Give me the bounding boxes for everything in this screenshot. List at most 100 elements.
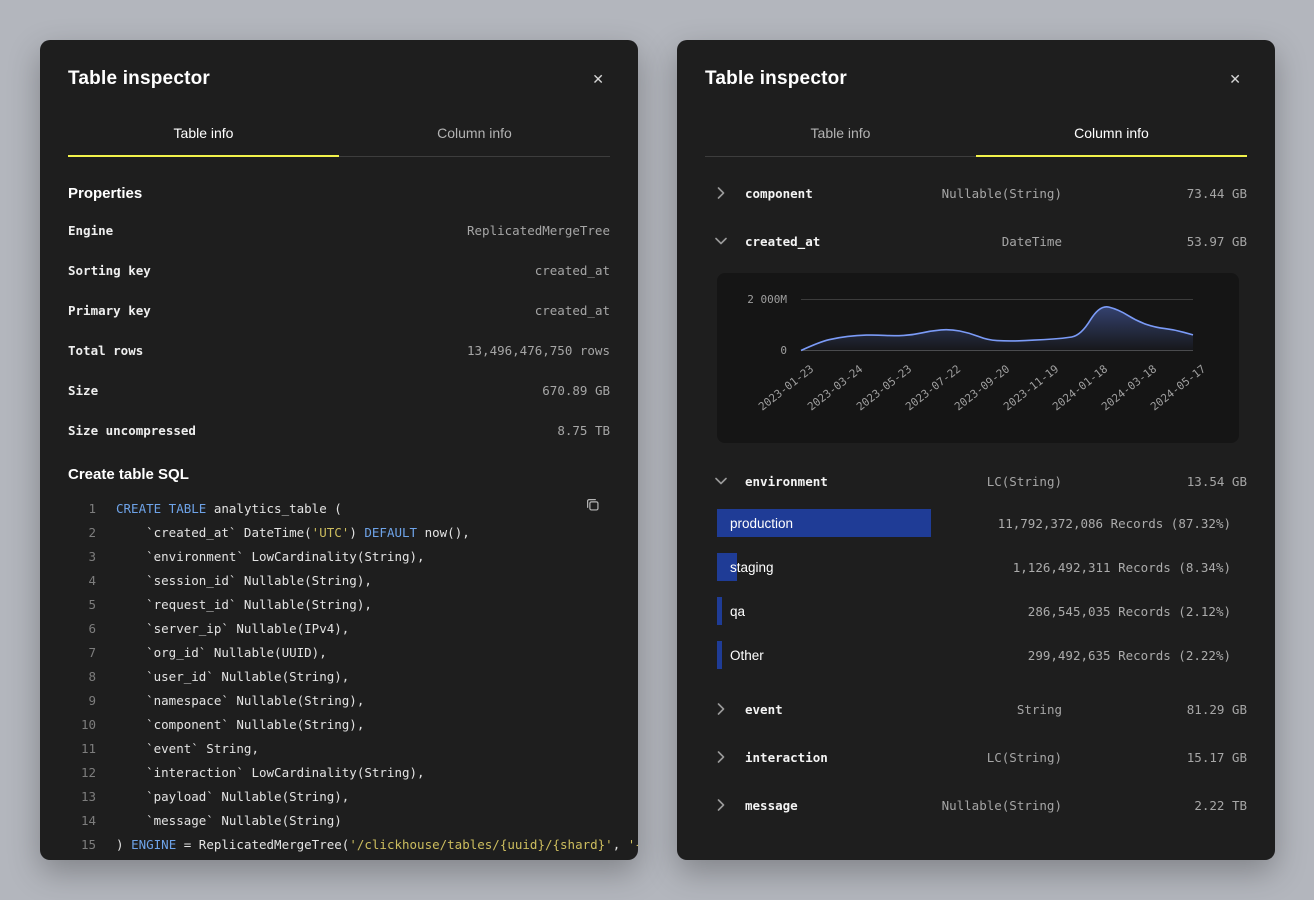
- value-records: 11,792,372,086 Records (87.32%): [998, 516, 1239, 531]
- value-records: 299,492,635 Records (2.22%): [1028, 648, 1239, 663]
- sql-token: `org_id` Nullable(UUID),: [116, 641, 327, 665]
- property-value: 670.89 GB: [542, 383, 610, 398]
- sql-line-8: 8 `user_id` Nullable(String),: [68, 665, 610, 689]
- sql-token: now(),: [417, 521, 470, 545]
- sql-line-12: 12 `interaction` LowCardinality(String),: [68, 761, 610, 785]
- property-label: Size uncompressed: [68, 423, 196, 438]
- property-row-size: Size670.89 GB: [68, 370, 610, 410]
- property-row-sorting-key: Sorting keycreated_at: [68, 250, 610, 290]
- chevron-right-icon[interactable]: [717, 751, 745, 763]
- column-size: 2.22 TB: [1062, 798, 1247, 813]
- sql-token: `interaction` LowCardinality(String),: [116, 761, 425, 785]
- sql-line-14: 14 `message` Nullable(String): [68, 809, 610, 833]
- tab-table-info[interactable]: Table info: [705, 110, 976, 156]
- line-number: 13: [68, 785, 96, 809]
- sql-token: DEFAULT: [364, 521, 417, 545]
- table-inspector-dialog-column-info: Table inspector ✕ Table info Column info…: [677, 40, 1275, 860]
- column-row-environment[interactable]: environment LC(String) 13.54 GB: [705, 457, 1247, 505]
- panel-header: Table inspector ✕: [40, 40, 638, 110]
- chevron-right-icon[interactable]: [717, 799, 745, 811]
- x-axis-label: 2024-05-17: [1148, 362, 1208, 413]
- column-type: Nullable(String): [942, 186, 1062, 201]
- property-row-size-uncompressed: Size uncompressed8.75 TB: [68, 410, 610, 450]
- sql-line-10: 10 `component` Nullable(String),: [68, 713, 610, 737]
- sql-token: ,: [613, 833, 628, 857]
- sql-line-5: 5 `request_id` Nullable(String),: [68, 593, 610, 617]
- sql-token: `server_ip` Nullable(IPv4),: [116, 617, 349, 641]
- close-icon[interactable]: ✕: [586, 68, 610, 90]
- x-axis-label: 2023-03-24: [805, 362, 865, 413]
- property-label: Total rows: [68, 343, 143, 358]
- sql-token: `payload` Nullable(String),: [116, 785, 349, 809]
- property-row-engine: Engine ReplicatedMergeTree: [68, 210, 610, 250]
- column-row-interaction[interactable]: interaction LC(String) 15.17 GB: [705, 733, 1247, 781]
- sql-code-lines: 1CREATE TABLE analytics_table (2 `create…: [68, 497, 610, 857]
- line-number: 3: [68, 545, 96, 569]
- sql-line-6: 6 `server_ip` Nullable(IPv4),: [68, 617, 610, 641]
- sql-token: ENGINE: [131, 833, 176, 857]
- line-number: 10: [68, 713, 96, 737]
- column-name: created_at: [745, 234, 820, 249]
- column-type: String: [1017, 702, 1062, 717]
- column-row-event[interactable]: event String 81.29 GB: [705, 685, 1247, 733]
- sql-code-block: 1CREATE TABLE analytics_table (2 `create…: [68, 497, 610, 857]
- sql-token: `request_id` Nullable(String),: [116, 593, 372, 617]
- chevron-down-icon[interactable]: [717, 475, 745, 487]
- column-size: 15.17 GB: [1062, 750, 1247, 765]
- sql-token: `namespace` Nullable(String),: [116, 689, 364, 713]
- value-label: qa: [717, 604, 745, 619]
- close-icon[interactable]: ✕: [1223, 68, 1247, 90]
- x-axis-label: 2023-07-22: [903, 362, 963, 413]
- column-name: component: [745, 186, 813, 201]
- tab-bar: Table info Column info: [705, 110, 1247, 157]
- x-axis-label: 2023-05-23: [854, 362, 914, 413]
- line-number: 11: [68, 737, 96, 761]
- column-size: 73.44 GB: [1062, 186, 1247, 201]
- table-inspector-dialog-table-info: Table inspector ✕ Table info Column info…: [40, 40, 638, 860]
- sql-line-2: 2 `created_at` DateTime('UTC') DEFAULT n…: [68, 521, 610, 545]
- chevron-right-icon[interactable]: [717, 187, 745, 199]
- panel-body: component Nullable(String) 73.44 GB crea…: [677, 157, 1275, 829]
- sql-token: `user_id` Nullable(String),: [116, 665, 349, 689]
- property-value: ReplicatedMergeTree: [467, 223, 610, 238]
- chevron-right-icon[interactable]: [717, 703, 745, 715]
- tab-table-info[interactable]: Table info: [68, 110, 339, 156]
- sql-token: '/clickhouse/tables/{uuid}/{shard}': [349, 833, 612, 857]
- chevron-down-icon[interactable]: [717, 235, 745, 247]
- copy-icon: [585, 497, 600, 512]
- tab-bar: Table info Column info: [68, 110, 610, 157]
- property-label: Sorting key: [68, 263, 151, 278]
- column-name: environment: [745, 474, 828, 489]
- sql-token: ): [116, 833, 131, 857]
- sql-token: `created_at` DateTime(: [116, 521, 312, 545]
- sql-token: '{replica}': [628, 833, 638, 857]
- line-number: 4: [68, 569, 96, 593]
- sql-token: = ReplicatedMergeTree(: [176, 833, 349, 857]
- property-value: 13,496,476,750 rows: [467, 343, 610, 358]
- x-axis-label: 2024-03-18: [1099, 362, 1159, 413]
- column-row-created-at[interactable]: created_at DateTime 53.97 GB: [705, 217, 1247, 265]
- value-records: 286,545,035 Records (2.12%): [1028, 604, 1239, 619]
- column-row-component[interactable]: component Nullable(String) 73.44 GB: [705, 169, 1247, 217]
- sql-line-4: 4 `session_id` Nullable(String),: [68, 569, 610, 593]
- property-label: Engine: [68, 223, 113, 238]
- tab-column-info[interactable]: Column info: [339, 110, 610, 156]
- column-type: LC(String): [987, 750, 1062, 765]
- tab-column-info[interactable]: Column info: [976, 110, 1247, 156]
- column-name: message: [745, 798, 798, 813]
- sql-token: `environment` LowCardinality(String),: [116, 545, 425, 569]
- line-number: 14: [68, 809, 96, 833]
- column-row-message[interactable]: message Nullable(String) 2.22 TB: [705, 781, 1247, 829]
- chart-canvas: [801, 299, 1193, 351]
- created-at-distribution-chart: 2 000M 0 2023-01-232023-03-242023-05-232…: [717, 273, 1239, 443]
- column-size: 81.29 GB: [1062, 702, 1247, 717]
- column-size: 13.54 GB: [1062, 474, 1247, 489]
- column-size: 53.97 GB: [1062, 234, 1247, 249]
- column-name: event: [745, 702, 783, 717]
- copy-sql-button[interactable]: [581, 493, 604, 519]
- value-label: production: [717, 516, 793, 531]
- panel-header: Table inspector ✕: [677, 40, 1275, 110]
- value-row-production: production 11,792,372,086 Records (87.32…: [717, 509, 1239, 537]
- y-axis-label-zero: 0: [725, 344, 787, 357]
- line-number: 2: [68, 521, 96, 545]
